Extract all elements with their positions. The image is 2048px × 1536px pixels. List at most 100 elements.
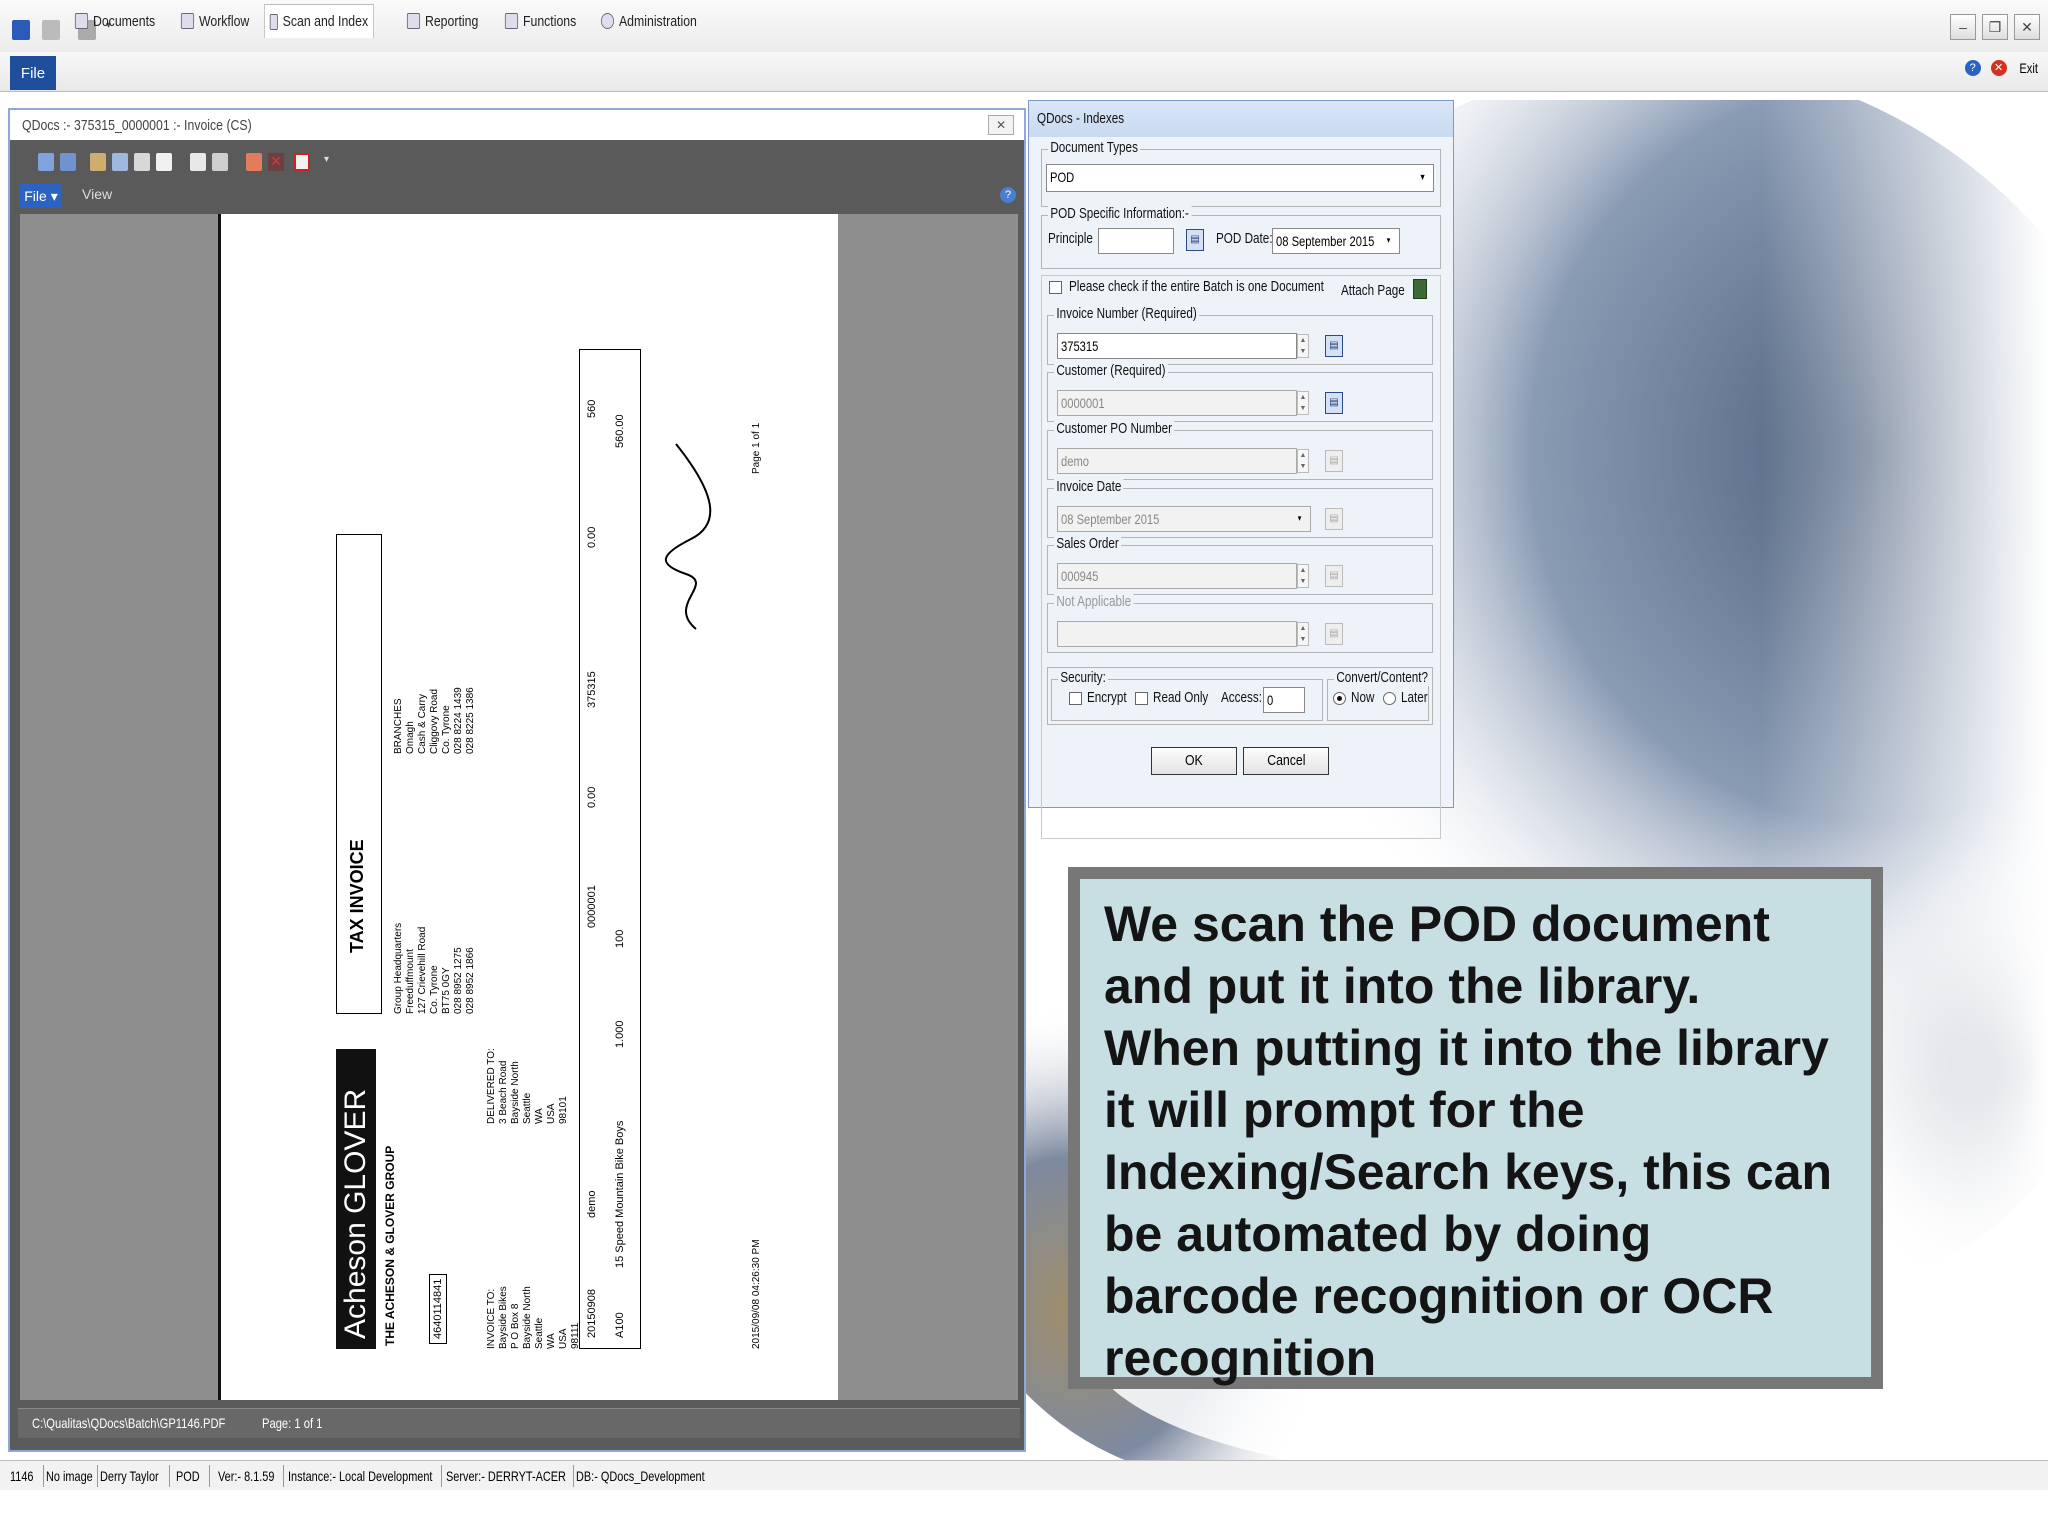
document-canvas[interactable]: Acheson GLOVER THE ACHESON & GLOVER GROU… [20, 214, 1018, 1400]
invoice-to-address: INVOICE TO: Bayside Bikes P O Box 8 Bayside… [486, 1286, 582, 1349]
document-icon[interactable] [156, 153, 172, 171]
export-icon[interactable] [246, 153, 262, 171]
open-icon[interactable] [90, 153, 106, 171]
address-line: Seattle [534, 1317, 545, 1349]
viewer-help-icon[interactable]: ? [1000, 187, 1016, 203]
close-window-button[interactable]: ✕ [2014, 14, 2040, 40]
mail-icon[interactable] [190, 153, 206, 171]
back-icon[interactable] [60, 153, 76, 171]
field-value: 375315 [1061, 338, 1099, 354]
tab-reporting[interactable]: Reporting [402, 4, 483, 38]
hq-line: Group Headquarters [393, 922, 404, 1014]
page-icon[interactable] [134, 153, 150, 171]
now-radio[interactable] [1333, 692, 1346, 705]
documents-icon [74, 13, 89, 29]
pod-info-group: POD Specific Information:- Principle ▤ P… [1041, 205, 1441, 269]
principle-input[interactable] [1098, 228, 1174, 254]
document-type-select[interactable]: POD ▼ [1046, 164, 1434, 192]
customer-lookup-button[interactable]: ▤ [1325, 392, 1343, 414]
invoice-date-lookup-button[interactable]: ▤ [1325, 508, 1343, 530]
quantity-cell: 1.000 [614, 1020, 626, 1048]
address-line: Bayside North [522, 1286, 533, 1349]
batch-checkbox[interactable] [1049, 281, 1062, 294]
sales-order-input[interactable]: 000945 [1057, 563, 1297, 589]
toolbar-more-icon[interactable]: ▾ [324, 154, 329, 165]
sales-order-lookup-button[interactable]: ▤ [1325, 565, 1343, 587]
chevron-down-icon: ▾ [1297, 513, 1302, 523]
tab-label: Functions [522, 12, 577, 30]
invoice-date-picker[interactable]: 08 September 2015 ▾ [1057, 506, 1311, 532]
help-icon[interactable]: ? [1964, 60, 1981, 76]
invoice-number-spinner[interactable]: ▲ ▼ [1297, 334, 1309, 358]
attach-icon[interactable] [1413, 279, 1427, 299]
tab-administration[interactable]: Administration [596, 4, 702, 38]
delete-icon[interactable]: ✕ [268, 153, 284, 171]
description-cell: 15 Speed Mountain Bike Boys [614, 1120, 626, 1268]
viewer-view-menu[interactable]: View [82, 186, 112, 202]
customer-po-lookup-button[interactable]: ▤ [1325, 450, 1343, 472]
convert-label: Convert/Content? [1334, 669, 1431, 686]
customer-input[interactable]: 0000001 [1057, 390, 1297, 416]
status-version: Ver:- 8.1.59 [216, 1465, 284, 1487]
now-label: Now [1351, 689, 1375, 706]
sales-order-spinner[interactable]: ▲ ▼ [1297, 564, 1309, 588]
branch-line: Cash & Carry [417, 693, 428, 754]
field-label: Not Applicable [1054, 593, 1134, 610]
tab-documents[interactable]: Documents [70, 4, 160, 38]
tab-scan-and-index[interactable]: Scan and Index [264, 4, 374, 38]
customer-po-input[interactable]: demo [1057, 448, 1297, 474]
price-cell: 100 [614, 929, 626, 948]
tab-functions[interactable]: Functions [500, 4, 581, 38]
file-tab[interactable]: File [10, 56, 56, 90]
print-icon[interactable] [212, 153, 228, 171]
invoice-number-lookup-button[interactable]: ▤ [1325, 335, 1343, 357]
exit-icon[interactable]: ✕ [1990, 60, 2007, 76]
encrypt-checkbox[interactable] [1069, 692, 1082, 705]
indexes-title-bar: QDocs - Indexes [1029, 101, 1453, 137]
hq-line: 028 8952 1866 [465, 947, 476, 1014]
ok-button[interactable]: OK [1151, 747, 1237, 775]
status-text: DB:- QDocs_Development [576, 1468, 705, 1484]
access-value: 0 [1267, 692, 1274, 708]
app-window: ▾ ‒ ❐ ✕ File Documents Workflow Scan and… [0, 0, 2048, 1536]
scan-icon [269, 13, 278, 30]
previous-icon[interactable] [38, 153, 54, 171]
pod-date-picker[interactable]: 08 September 2015 ▾ [1272, 228, 1400, 254]
later-radio[interactable] [1383, 692, 1396, 705]
pod-date-value: 08 September 2015 [1276, 233, 1375, 249]
exit-button[interactable]: Exit [2019, 60, 2038, 76]
tab-workflow[interactable]: Workflow [176, 4, 254, 38]
principle-lookup-button[interactable]: ▤ [1186, 229, 1204, 251]
not-applicable-input[interactable] [1057, 621, 1297, 647]
amount-cell: 560.00 [614, 414, 626, 448]
minimize-button[interactable]: ‒ [1950, 14, 1976, 40]
window-controls: ‒ ❐ ✕ [1950, 14, 2040, 40]
pod-date-label: POD Date: [1216, 230, 1273, 247]
customer-po-spinner[interactable]: ▲ ▼ [1297, 449, 1309, 473]
status-text: Derry Taylor [100, 1468, 159, 1484]
item-cell: A100 [614, 1312, 626, 1338]
field-value: demo [1061, 453, 1090, 469]
tab-label: Scan and Index [282, 13, 369, 30]
read-only-checkbox[interactable] [1135, 692, 1148, 705]
cancel-button[interactable]: Cancel [1243, 747, 1329, 775]
status-text: Server:- DERRYT-ACER [446, 1468, 566, 1484]
save-icon[interactable] [42, 20, 60, 40]
not-applicable-spinner[interactable]: ▲ ▼ [1297, 622, 1309, 646]
not-applicable-lookup-button[interactable]: ▤ [1325, 623, 1343, 645]
restore-button[interactable]: ❐ [1982, 14, 2008, 40]
pod-info-label: POD Specific Information:- [1048, 205, 1192, 222]
document-types-group: Document Types POD ▼ [1041, 139, 1441, 207]
pdf-icon[interactable] [294, 153, 310, 171]
access-input[interactable]: 0 [1263, 687, 1305, 713]
customer-spinner[interactable]: ▲ ▼ [1297, 391, 1309, 415]
tab-label: Administration [618, 12, 697, 30]
viewer-file-menu[interactable]: File ▾ [20, 184, 62, 208]
address-line: WA [534, 1108, 545, 1124]
scan-icon[interactable] [112, 153, 128, 171]
close-icon[interactable]: ✕ [988, 115, 1014, 135]
functions-icon [504, 13, 519, 29]
attach-page-button[interactable]: Attach Page [1341, 282, 1405, 299]
invoice-number-input[interactable]: 375315 [1057, 333, 1297, 359]
tab-label: Reporting [424, 12, 479, 30]
